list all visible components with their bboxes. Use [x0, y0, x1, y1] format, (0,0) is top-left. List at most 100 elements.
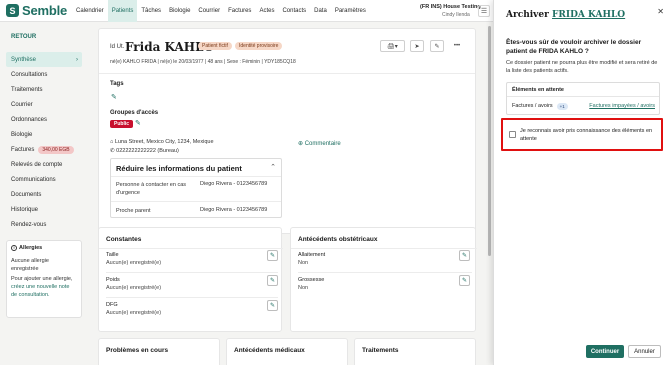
- tag-identite-provisoire: Identité provisoire: [235, 42, 283, 50]
- phone-line: ✆ 0222222222222 (Bureau): [110, 148, 179, 154]
- allergies-title: ! Allergies: [11, 245, 77, 251]
- info-icon: !: [11, 245, 17, 251]
- nav-item-data[interactable]: Data: [310, 0, 331, 22]
- add-comment-link[interactable]: ⊕ Commentaire: [298, 140, 341, 147]
- constantes-title: Constantes: [106, 236, 142, 243]
- pending-item-label: Factures / avoirs: [512, 103, 553, 109]
- nav-item-parametres[interactable]: Paramètres: [331, 0, 370, 22]
- sidebar-item-label: Factures: [11, 146, 35, 153]
- edit-patient-button[interactable]: ✎: [430, 40, 444, 52]
- user-name: Cindy Ilenda: [442, 12, 470, 18]
- dfg-value: Aucun(e) enregistré(e): [106, 310, 162, 316]
- tag-patient-fictif: Patient fictif: [198, 42, 232, 50]
- edit-poids-icon[interactable]: ✎: [267, 275, 278, 286]
- brand-logo[interactable]: S Semble: [6, 3, 72, 18]
- dfg-label: DFG: [106, 302, 118, 308]
- cancel-button[interactable]: Annuler: [628, 345, 661, 358]
- sidebar-item-ordonnances[interactable]: Ordonnances: [6, 112, 82, 127]
- more-options-icon[interactable]: •••: [450, 40, 464, 52]
- dialog-question: Êtes-vous sûr de vouloir archiver le dos…: [506, 39, 642, 55]
- archive-patient-panel: Archiver FRIDA KAHLO ✕ Êtes-vous sûr de …: [493, 0, 670, 365]
- comment-label: Commentaire: [304, 141, 341, 147]
- nav-item-taches[interactable]: Tâches: [137, 0, 165, 22]
- sidebar-item-factures[interactable]: Factures 340,00 EGB: [6, 142, 82, 157]
- emergency-contact-row: Personne à contacter en cas d'urgence Di…: [111, 176, 281, 201]
- nav-item-courrier[interactable]: Courrier: [194, 0, 224, 22]
- patient-meta: né(e) KAHLO FRIDA | né(e) le 20/03/1977 …: [110, 59, 296, 65]
- sidebar-item-label: Courrier: [11, 101, 33, 108]
- sidebar-item-label: Documents: [11, 191, 42, 198]
- sidebar-item-consultations[interactable]: Consultations: [6, 67, 82, 82]
- chevron-right-icon: ›: [76, 56, 78, 63]
- next-of-kin-label: Proche parent: [116, 208, 151, 214]
- sidebar-item-rendez-vous[interactable]: Rendez-vous: [6, 217, 82, 232]
- phone-text: 0222222222222 (Bureau): [116, 148, 179, 154]
- phone-icon: ✆: [110, 148, 115, 154]
- nav-item-calendrier[interactable]: Calendrier: [72, 0, 108, 22]
- acknowledge-checkbox[interactable]: [509, 131, 516, 138]
- poids-value: Aucun(e) enregistré(e): [106, 285, 162, 291]
- nav-item-contacts[interactable]: Contacts: [278, 0, 310, 22]
- pending-items-table: Éléments en attente Factures / avoirs +1…: [506, 82, 660, 115]
- pending-count-badge: +1: [556, 102, 568, 110]
- sidebar-item-releves[interactable]: Relevés de compte: [6, 157, 82, 172]
- hamburger-icon[interactable]: ☰: [478, 5, 490, 17]
- close-icon[interactable]: ✕: [657, 7, 664, 16]
- edit-dfg-icon[interactable]: ✎: [267, 300, 278, 311]
- sidebar-item-label: Biologie: [11, 131, 33, 138]
- sidebar-item-synthese[interactable]: Synthèse ›: [6, 52, 82, 67]
- divider: [99, 248, 283, 249]
- taille-value: Aucun(e) enregistré(e): [106, 260, 162, 266]
- back-link[interactable]: RETOUR: [11, 34, 36, 40]
- nav-item-factures[interactable]: Factures: [224, 0, 255, 22]
- sidebar-item-historique[interactable]: Historique: [6, 202, 82, 217]
- sidebar-item-traitements[interactable]: Traitements: [6, 82, 82, 97]
- edit-tags-icon[interactable]: ✎: [111, 93, 117, 101]
- edit-grossesse-icon[interactable]: ✎: [459, 275, 470, 286]
- sidebar-item-label: Communications: [11, 176, 56, 183]
- sidebar-item-biologie[interactable]: Biologie: [6, 127, 82, 142]
- top-navbar: S Semble Calendrier Patients Tâches Biol…: [0, 0, 493, 22]
- allaitement-value: Non: [298, 260, 309, 266]
- constantes-card: Constantes Taille Aucun(e) enregistré(e)…: [98, 227, 283, 332]
- main-nav: Calendrier Patients Tâches Biologie Cour…: [72, 0, 370, 22]
- next-of-kin-value: Diego Rivera - 0123456789: [200, 207, 268, 213]
- dialog-patient-link[interactable]: FRIDA KAHLO: [552, 10, 625, 20]
- grossesse-label: Grossesse: [298, 277, 325, 283]
- address-text: Luna Street, Mexico City, 1234, Mexique: [114, 139, 214, 145]
- patient-main: Id Ut. Frida KAHLO Patient fictif Identi…: [98, 22, 484, 365]
- obstetric-title: Antécédents obstétricaux: [298, 236, 378, 243]
- org-name: (FR INS) House Testing: [420, 4, 481, 10]
- reduce-info-panel: Réduire les informations du patient ⌃ Pe…: [110, 158, 282, 218]
- nav-item-patients[interactable]: Patients: [107, 0, 138, 22]
- divider: [298, 272, 472, 273]
- medical-history-title: Antécédents médicaux: [234, 347, 305, 354]
- acknowledge-label[interactable]: Je reconnais avoir pris connaissance des…: [520, 127, 660, 143]
- print-button[interactable]: 🖨▾: [380, 40, 405, 52]
- sidebar-item-documents[interactable]: Documents: [6, 187, 82, 202]
- sidebar-item-courrier[interactable]: Courrier: [6, 97, 82, 112]
- edit-groups-icon[interactable]: ✎: [135, 119, 141, 127]
- sidebar-menu: Synthèse › Consultations Traitements Cou…: [6, 52, 82, 232]
- group-public-pill: Public: [110, 120, 134, 128]
- allergies-panel: ! Allergies Aucune allergie enregistrée …: [6, 240, 82, 318]
- chevron-up-icon[interactable]: ⌃: [270, 163, 276, 171]
- org-switcher[interactable]: (FR INS) House Testing Cindy Ilenda: [420, 4, 481, 18]
- edit-allaitement-icon[interactable]: ✎: [459, 250, 470, 261]
- sidebar-item-label: Ordonnances: [11, 116, 48, 123]
- medical-history-card: Antécédents médicaux: [226, 338, 348, 365]
- edit-taille-icon[interactable]: ✎: [267, 250, 278, 261]
- groups-label: Groupes d'accès: [110, 110, 159, 116]
- new-consultation-note-link[interactable]: créez une nouvelle note de consultation.: [11, 284, 69, 298]
- continue-button[interactable]: Continuer: [586, 345, 624, 358]
- unpaid-invoices-link[interactable]: Factures impayées / avoirs: [589, 103, 655, 109]
- divider: [106, 272, 278, 273]
- dialog-title: Archiver FRIDA KAHLO: [506, 10, 625, 20]
- address-line: ⌂ Luna Street, Mexico City, 1234, Mexiqu…: [110, 139, 214, 145]
- nav-item-actes[interactable]: Actes: [255, 0, 278, 22]
- scrollbar-thumb[interactable]: [488, 26, 491, 256]
- balance-badge: 340,00 EGB: [38, 145, 74, 154]
- sidebar-item-communications[interactable]: Communications: [6, 172, 82, 187]
- nav-item-biologie[interactable]: Biologie: [165, 0, 194, 22]
- send-button[interactable]: ➤: [410, 40, 424, 52]
